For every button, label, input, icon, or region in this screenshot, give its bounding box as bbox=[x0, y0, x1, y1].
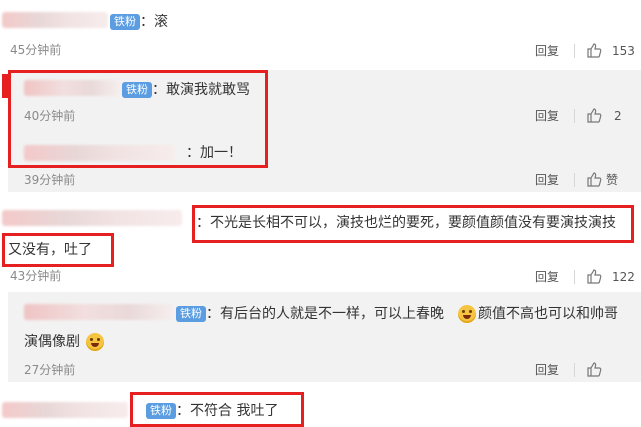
comment-text: 颜值不高也可以和帅哥 bbox=[478, 306, 618, 322]
comment-text: ：有后台的人就是不一样，可以上春晚 bbox=[206, 306, 444, 322]
comment-time: 27分钟前 bbox=[24, 363, 76, 377]
thumbs-up-icon[interactable] bbox=[586, 107, 602, 123]
like-count: 122 bbox=[612, 270, 635, 284]
reply-button[interactable]: 回复 bbox=[535, 108, 559, 124]
divider bbox=[574, 173, 575, 187]
like-count: 2 bbox=[614, 109, 622, 123]
like-count: 153 bbox=[612, 44, 635, 58]
comment-text-continued: 演偶像剧 bbox=[24, 334, 80, 350]
thumbs-up-icon[interactable] bbox=[586, 42, 602, 58]
reply-button[interactable]: 回复 bbox=[535, 172, 559, 188]
comment-time: 39分钟前 bbox=[24, 173, 76, 187]
thumbs-up-icon[interactable] bbox=[586, 268, 602, 284]
fan-badge: 铁粉 bbox=[110, 14, 140, 30]
fan-badge: 铁粉 bbox=[146, 403, 176, 419]
reply-button[interactable]: 回复 bbox=[535, 269, 559, 285]
comment-time: 43分钟前 bbox=[10, 269, 62, 283]
thumbs-up-icon[interactable] bbox=[586, 171, 602, 187]
fan-badge: 铁粉 bbox=[176, 306, 206, 322]
comment-text: ：滚 bbox=[140, 14, 168, 30]
username-blurred[interactable] bbox=[24, 304, 174, 320]
grin-emoji bbox=[86, 333, 104, 351]
comment-text: ：不符合 我吐了 bbox=[176, 403, 279, 419]
comment-time: 45分钟前 bbox=[10, 43, 62, 57]
comment-text: ：不光是长相不可以，演技也烂的要死，要颜值颜值没有要演技演技 bbox=[196, 215, 616, 231]
divider bbox=[574, 109, 575, 123]
username-blurred[interactable] bbox=[2, 402, 128, 418]
divider bbox=[574, 363, 575, 377]
divider bbox=[574, 44, 575, 58]
scared-face-emoji bbox=[458, 305, 476, 323]
comment-text-continued: 又没有，吐了 bbox=[8, 242, 92, 258]
username-blurred[interactable] bbox=[2, 210, 182, 226]
username-blurred[interactable] bbox=[2, 12, 108, 28]
divider bbox=[574, 270, 575, 284]
like-label[interactable]: 赞 bbox=[606, 172, 618, 188]
reply-button[interactable]: 回复 bbox=[535, 43, 559, 59]
thumbs-up-icon[interactable] bbox=[586, 361, 602, 377]
highlight-marker bbox=[2, 74, 10, 98]
highlight-box bbox=[8, 70, 268, 168]
reply-button[interactable]: 回复 bbox=[535, 362, 559, 378]
